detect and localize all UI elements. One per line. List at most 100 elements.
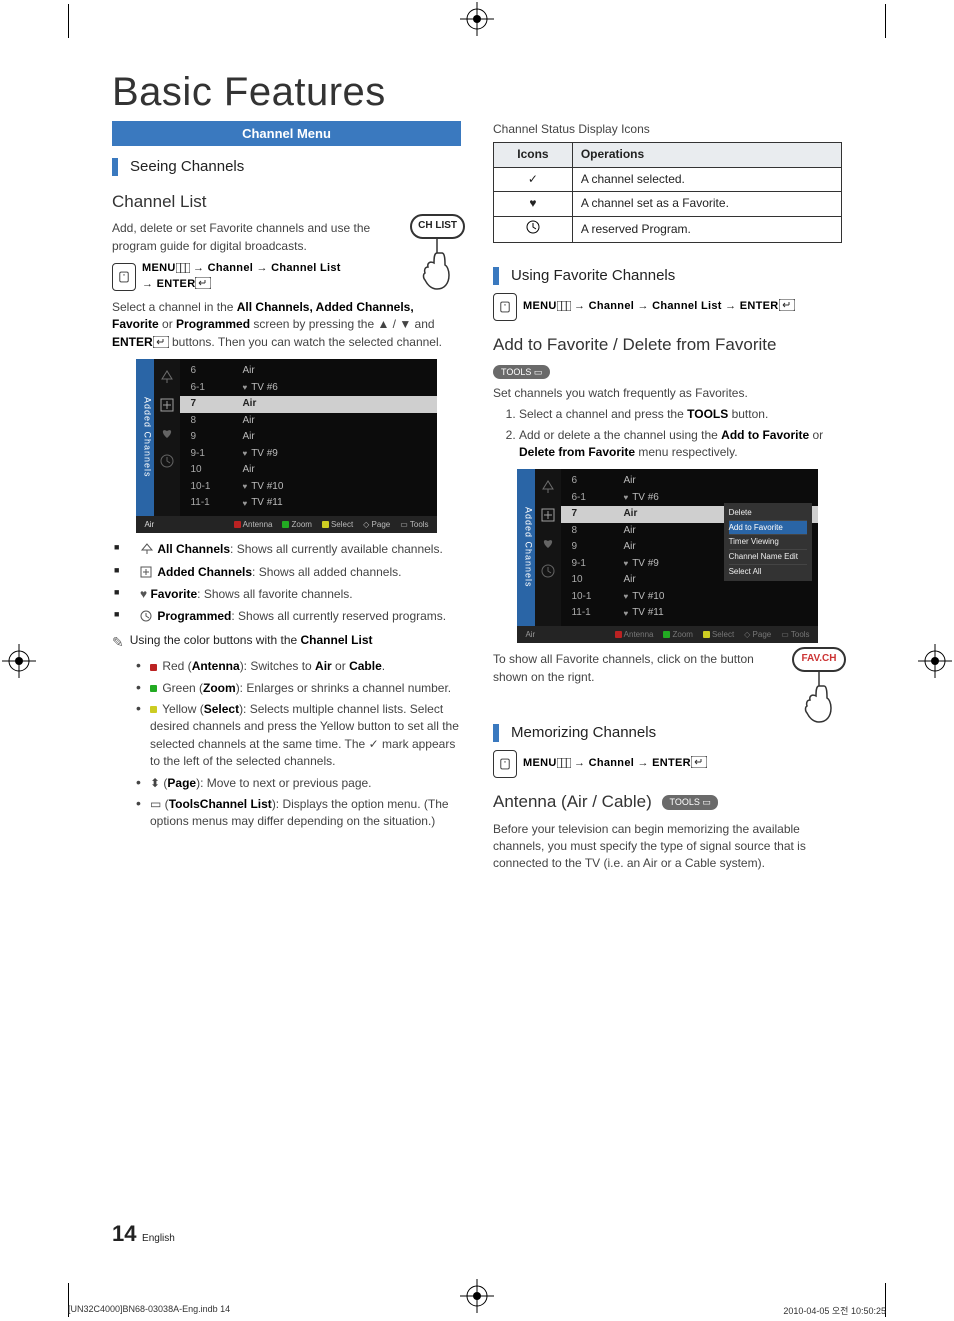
hand-icon — [792, 672, 846, 728]
tools-badge: TOOLS ▭ — [493, 365, 550, 379]
enter-icon — [691, 757, 707, 769]
channel-list-footer: Air Antenna Zoom Select ◇ Page ▭ Tools — [136, 516, 436, 534]
channel-row: 6-1♥ TV #6 — [180, 380, 436, 397]
registration-mark-icon — [2, 644, 36, 678]
table-row: ✓A channel selected. — [494, 167, 842, 191]
heading-antenna: Antenna (Air / Cable) TOOLS ▭ — [493, 790, 842, 815]
list-item: ⬍ (Page): Move to next or previous page. — [134, 775, 461, 792]
context-menu-item[interactable]: Channel Name Edit — [729, 550, 807, 565]
antenna-icon — [159, 369, 175, 385]
channel-row: 8Air — [180, 413, 436, 430]
channel-list-figure: Added Channels 6Air6-1♥ TV #67Air8Air9Ai… — [136, 359, 436, 533]
context-menu-item[interactable]: Select All — [729, 565, 807, 579]
p-show-favorites: To show all Favorite channels, click on … — [493, 651, 842, 686]
section-header-channel-menu: Channel Menu — [112, 121, 461, 146]
remote-button-hint: CH LIST — [410, 214, 465, 300]
menu-path: MENU → Channel → ENTER — [493, 750, 842, 778]
page-title: Basic Features — [112, 70, 842, 115]
red-button-icon — [615, 631, 622, 638]
list-item: Red (Antenna): Switches to Air or Cable. — [134, 658, 461, 675]
channel-list-figure-with-menu: Added Channels 6Air6-1♥ TV #67Air8Air9Ai… — [517, 469, 817, 643]
added-icon — [540, 507, 556, 523]
list-item: All Channels: Shows all currently availa… — [112, 541, 461, 558]
yellow-button-icon — [322, 521, 329, 528]
remote-button-hint: FAV.CH — [792, 647, 846, 733]
menu-icon — [176, 262, 190, 274]
clock-icon — [540, 563, 556, 579]
heading-seeing-channels: Seeing Channels — [112, 156, 461, 178]
context-menu-item[interactable]: Add to Favorite — [729, 521, 807, 536]
p-icons-title: Channel Status Display Icons — [493, 121, 842, 138]
p-set-favorites: Set channels you watch frequently as Fav… — [493, 385, 842, 402]
channel-row: 9Air — [180, 429, 436, 446]
antenna-icon — [540, 479, 556, 495]
list-item: Added Channels: Shows all added channels… — [112, 564, 461, 581]
tools-glyph-icon: ▭ — [150, 797, 161, 811]
context-menu: DeleteAdd to FavoriteTimer ViewingChanne… — [724, 503, 812, 581]
channel-row: 6Air — [180, 363, 436, 380]
right-column: Channel Status Display Icons IconsOperat… — [493, 121, 842, 877]
enter-icon — [195, 278, 211, 290]
remote-menu-icon — [493, 293, 517, 321]
heart-icon — [540, 535, 556, 551]
list-item: ▭ (ToolsChannel List): Displays the opti… — [134, 796, 461, 831]
menu-icon — [557, 300, 571, 312]
icons-table: IconsOperations ✓A channel selected.♥A c… — [493, 142, 842, 243]
channel-rows: 6Air6-1♥ TV #67Air8Air9Air9-1♥ TV #910Ai… — [561, 469, 817, 626]
remote-menu-icon — [493, 750, 517, 778]
menu-path: MENU → Channel → Channel List → ENTER — [493, 293, 842, 321]
channel-rows: 6Air6-1♥ TV #67Air8Air9Air9-1♥ TV #910Ai… — [180, 359, 436, 516]
channel-views-list: All Channels: Shows all currently availa… — [112, 541, 461, 626]
enter-icon — [779, 300, 795, 312]
remote-menu-icon — [112, 263, 136, 291]
page: Basic Features Channel Menu Seeing Chann… — [0, 0, 954, 1321]
fav-ch-button[interactable]: FAV.CH — [792, 647, 846, 672]
channel-row: 11-1♥ TV #11 — [180, 495, 436, 512]
context-menu-item[interactable]: Delete — [729, 506, 807, 521]
channel-row: 10Air — [180, 462, 436, 479]
tools-badge: TOOLS ▭ — [662, 795, 717, 810]
left-column: Channel Menu Seeing Channels Channel Lis… — [112, 121, 461, 877]
menu-icon — [557, 757, 571, 769]
yellow-button-icon — [703, 631, 710, 638]
vertical-label-added-channels: Added Channels — [136, 359, 154, 516]
p-channel-list-intro: Add, delete or set Favorite channels and… — [112, 220, 461, 255]
crop-mark — [68, 4, 69, 38]
heading-add-to-favorite: Add to Favorite / Delete from Favorite — [493, 333, 842, 358]
green-button-icon — [282, 521, 289, 528]
channel-row: 11-1♥ TV #11 — [561, 605, 817, 622]
favorite-steps: Select a channel and press the TOOLS but… — [493, 406, 842, 461]
page-number: 14 English — [112, 1221, 175, 1247]
channel-row: 10-1♥ TV #10 — [561, 589, 817, 606]
heading-channel-list: Channel List — [112, 190, 461, 215]
note-icon: ✎ — [112, 632, 124, 652]
note-color-buttons: ✎ Using the color buttons with the Chann… — [112, 632, 461, 652]
color-buttons-list: Red (Antenna): Switches to Air or Cable.… — [134, 658, 461, 831]
hand-icon — [410, 239, 464, 295]
table-row: A reserved Program. — [494, 216, 842, 242]
channel-row: 7Air — [180, 396, 436, 413]
ch-list-button[interactable]: CH LIST — [410, 214, 465, 239]
heading-memorizing: Memorizing Channels — [493, 722, 842, 744]
table-row: ♥A channel set as a Favorite. — [494, 192, 842, 216]
added-icon — [159, 397, 175, 413]
print-footer: [UN32C4000]BN68-03038A-Eng.indb 14 2010-… — [68, 1304, 886, 1317]
channel-row: 6Air — [561, 473, 817, 490]
content-area: Basic Features Channel Menu Seeing Chann… — [112, 70, 842, 1271]
list-item: Green (Zoom): Enlarges or shrinks a chan… — [134, 680, 461, 697]
enter-icon — [153, 335, 169, 349]
vertical-label-added-channels: Added Channels — [517, 469, 535, 626]
context-menu-item[interactable]: Timer Viewing — [729, 535, 807, 550]
heart-icon: ♥ — [494, 192, 573, 216]
registration-mark-icon — [460, 2, 494, 36]
p-antenna: Before your television can begin memoriz… — [493, 821, 842, 873]
step-1: Select a channel and press the TOOLS but… — [519, 406, 842, 423]
channel-row: 9-1♥ TV #9 — [180, 446, 436, 463]
list-item: ♥ Favorite: Shows all favorite channels. — [112, 586, 461, 603]
heart-icon — [159, 425, 175, 441]
category-icons-column — [535, 469, 561, 626]
clock-icon — [494, 216, 573, 242]
red-button-icon — [234, 521, 241, 528]
menu-path: MENU → Channel → Channel List → ENTER — [112, 261, 461, 293]
list-item: Programmed: Shows all currently reserved… — [112, 608, 461, 625]
